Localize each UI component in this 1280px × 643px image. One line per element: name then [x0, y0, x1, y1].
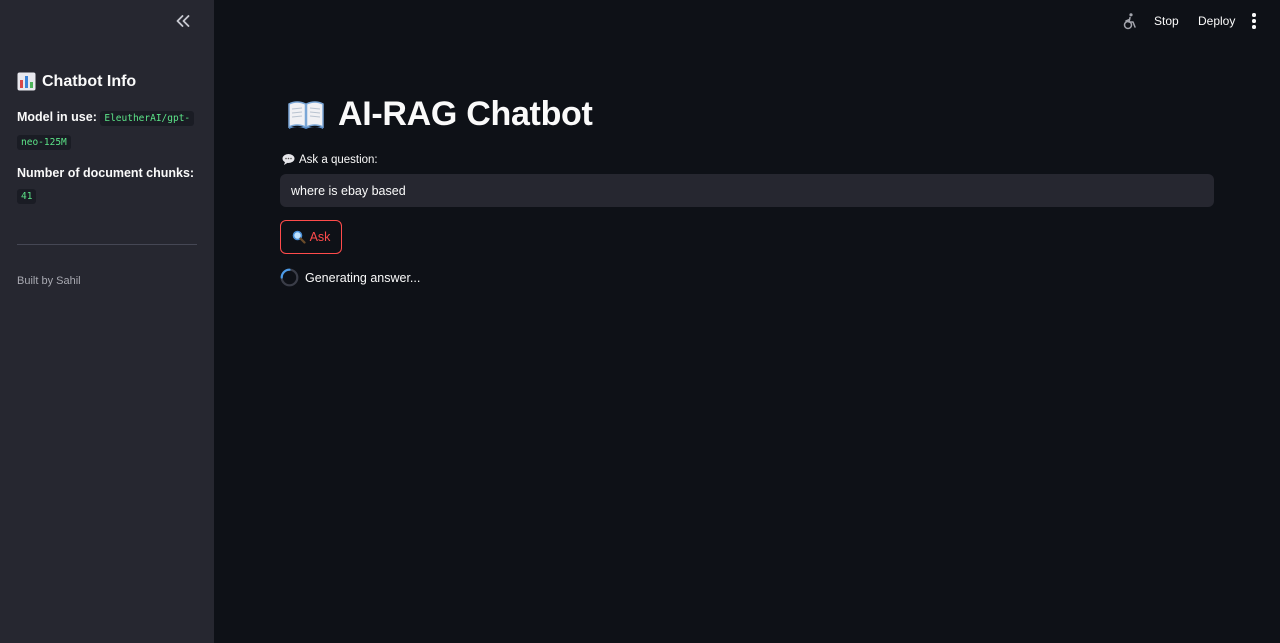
sidebar-title: Chatbot Info — [17, 72, 136, 91]
loading-spinner-icon — [280, 268, 299, 287]
model-value-part1: EleutherAI/gpt- — [100, 111, 195, 126]
ask-button[interactable]: Ask — [280, 220, 342, 254]
sidebar: Chatbot Info Model in use: EleutherAI/gp… — [0, 0, 214, 643]
question-input[interactable] — [280, 174, 1214, 207]
sidebar-title-text: Chatbot Info — [42, 72, 137, 90]
bar-chart-icon — [17, 72, 36, 91]
main-menu-icon[interactable] — [1248, 12, 1260, 30]
magnifier-icon — [292, 230, 306, 244]
question-label-text: Ask a question: — [299, 153, 378, 166]
sidebar-footer: Built by Sahil — [17, 275, 81, 287]
app-root: Chatbot Info Model in use: EleutherAI/gp… — [0, 0, 1280, 643]
running-status-icon — [1121, 12, 1139, 30]
chunks-info: Number of document chunks: 41 — [17, 162, 197, 208]
deploy-button[interactable]: Deploy — [1198, 14, 1235, 28]
page-title-text: AI-RAG Chatbot — [338, 94, 593, 133]
page-title: AI-RAG Chatbot — [286, 94, 593, 134]
model-label: Model in use: — [17, 110, 97, 124]
speech-bubble-icon — [282, 153, 295, 166]
model-value-part2: neo-125M — [17, 135, 71, 150]
status-text: Generating answer... — [305, 270, 421, 285]
model-info: Model in use: EleutherAI/gpt- neo-125M — [17, 106, 197, 154]
collapse-sidebar-icon[interactable] — [172, 10, 194, 32]
stop-button[interactable]: Stop — [1154, 14, 1179, 28]
sidebar-divider — [17, 244, 197, 245]
chunks-label: Number of document chunks: — [17, 166, 195, 180]
chunks-value: 41 — [17, 189, 37, 204]
status-row: Generating answer... — [280, 268, 420, 287]
question-label: Ask a question: — [282, 153, 378, 166]
open-book-icon — [286, 94, 326, 134]
ask-button-label: Ask — [309, 230, 331, 244]
